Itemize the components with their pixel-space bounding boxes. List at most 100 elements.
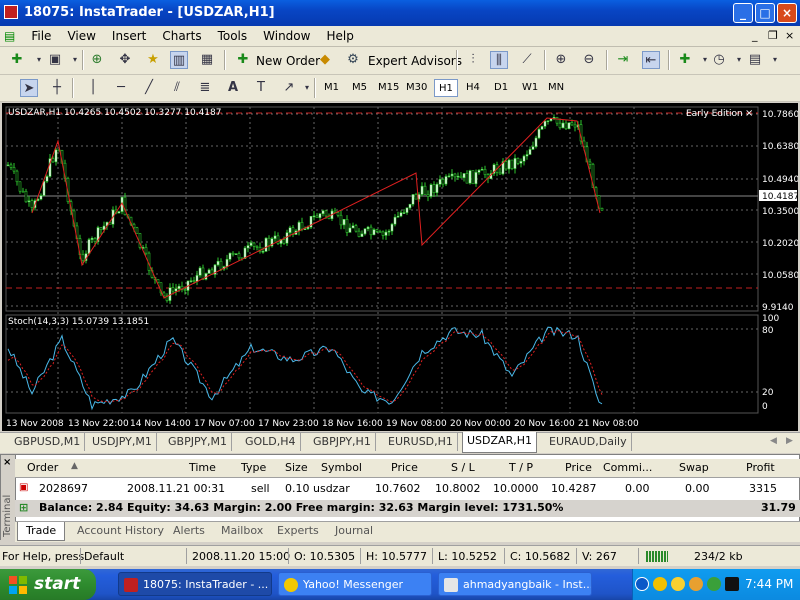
timeframe-h1[interactable]: H1 — [434, 79, 458, 97]
col-price[interactable]: Price — [391, 461, 418, 474]
tab-mailbox[interactable]: Mailbox — [221, 522, 263, 540]
menu-help[interactable]: Help — [318, 26, 361, 43]
mdi-minimize-icon[interactable]: _ — [752, 29, 758, 42]
col-profit[interactable]: Profit — [746, 461, 775, 474]
vertical-line-icon[interactable]: │ — [84, 79, 102, 97]
tab-alerts[interactable]: Alerts — [173, 522, 205, 540]
timeframe-h4[interactable]: H4 — [462, 79, 484, 97]
terminal-close-icon[interactable]: × — [3, 457, 11, 468]
tab-trade[interactable]: Trade — [17, 522, 66, 541]
templates-icon[interactable]: ▤ — [746, 51, 764, 69]
timeframe-m30[interactable]: M30 — [402, 79, 431, 97]
metatrader-tray-icon[interactable] — [725, 577, 739, 591]
col-swap[interactable]: Swap — [679, 461, 709, 474]
timeframe-w1[interactable]: W1 — [518, 79, 542, 97]
tab-gbpusd-m1[interactable]: GBPUSD,M1 — [10, 433, 86, 451]
task-yahoo-messenger[interactable]: Yahoo! Messenger — [278, 572, 432, 596]
channel-icon[interactable]: ⫽ — [168, 79, 186, 97]
tab-gbpjpy-m1[interactable]: GBPJPY,M1 — [164, 433, 233, 451]
tab-account-history[interactable]: Account History — [77, 522, 164, 540]
navigator-icon[interactable]: ✥ — [116, 51, 134, 69]
mdi-restore-icon[interactable]: ❐ — [768, 29, 778, 42]
timeframe-m15[interactable]: M15 — [374, 79, 403, 97]
tab-scroll-right-icon[interactable]: ▶ — [786, 436, 793, 446]
new-order-button[interactable]: New Order — [256, 54, 320, 68]
mdi-close-icon[interactable]: × — [785, 29, 794, 42]
favorites-icon[interactable]: ★ — [144, 51, 162, 69]
col-symbol[interactable]: Symbol — [321, 461, 362, 474]
close-chart-icon[interactable]: × — [745, 108, 753, 119]
col-commission[interactable]: Commi... — [603, 461, 652, 474]
fibonacci-icon[interactable]: ≣ — [196, 79, 214, 97]
menu-charts[interactable]: Charts — [154, 26, 209, 43]
text-icon[interactable]: A — [224, 79, 242, 97]
tab-gbpjpy-h1[interactable]: GBPJPY,H1 — [309, 433, 376, 451]
tab-gold-h4[interactable]: GOLD,H4 — [241, 433, 301, 451]
tab-euraud-daily[interactable]: EURAUD,Daily — [545, 433, 632, 451]
minimize-button[interactable]: _ — [733, 3, 753, 23]
market-watch-icon[interactable]: ⊕ — [88, 51, 106, 69]
col-size[interactable]: Size — [285, 461, 308, 474]
tab-usdjpy-m1[interactable]: USDJPY,M1 — [88, 433, 157, 451]
col-order[interactable]: Order — [27, 461, 58, 474]
alert-icon[interactable]: ◆ — [316, 51, 334, 69]
col-sl[interactable]: S / L — [451, 461, 475, 474]
tab-usdzar-h1[interactable]: USDZAR,H1 — [462, 432, 537, 453]
menu-view[interactable]: View — [59, 26, 103, 43]
tester-icon[interactable]: ▦ — [198, 51, 216, 69]
indicators-icon[interactable]: ✚ — [676, 51, 694, 69]
timeframe-d1[interactable]: D1 — [490, 79, 512, 97]
candlestick-chart-icon[interactable]: ⫼ — [490, 51, 508, 69]
bar-chart-icon[interactable]: ⫶ — [464, 51, 482, 69]
candle-body — [342, 219, 346, 226]
auto-scroll-icon[interactable]: ⇥ — [614, 51, 632, 69]
tray-expand-icon[interactable] — [635, 577, 649, 591]
timeframe-m5[interactable]: M5 — [348, 79, 371, 97]
col-time[interactable]: Time — [189, 461, 216, 474]
tab-experts[interactable]: Experts — [277, 522, 319, 540]
terminal-toggle-icon[interactable]: ▥ — [170, 51, 188, 69]
col-type[interactable]: Type — [241, 461, 266, 474]
task-instatrader[interactable]: 18075: InstaTrader - ... — [118, 572, 272, 596]
horizontal-line-icon[interactable]: ─ — [112, 79, 130, 97]
tab-journal[interactable]: Journal — [335, 522, 373, 540]
zoom-in-icon[interactable]: ⊕ — [552, 51, 570, 69]
chart-window[interactable]: USDZAR,H1 10.4265 10.4502 10.3277 10.418… — [2, 103, 798, 431]
menu-window[interactable]: Window — [255, 26, 318, 43]
timeframe-m1[interactable]: M1 — [320, 79, 343, 97]
security-shield-icon[interactable] — [653, 577, 667, 591]
new-order-icon[interactable]: ✚ — [234, 51, 252, 69]
tab-eurusd-h1[interactable]: EURUSD,H1 — [384, 433, 458, 451]
chart-shift-icon[interactable]: ⇤ — [642, 51, 660, 69]
candle-body — [432, 184, 436, 193]
expert-advisors-button[interactable]: Expert Advisors — [368, 54, 462, 68]
candle-body — [438, 179, 442, 185]
order-row[interactable]: ▣ 2028697 2008.11.21 00:31 sell 0.10 usd… — [15, 480, 800, 498]
start-button[interactable]: start — [0, 569, 96, 600]
text-label-icon[interactable]: T — [252, 79, 270, 97]
timeframe-mn[interactable]: MN — [544, 79, 568, 97]
menu-tools[interactable]: Tools — [210, 26, 256, 43]
new-chart-icon[interactable]: ✚ — [8, 51, 26, 69]
close-button[interactable]: × — [777, 3, 797, 23]
menu-insert[interactable]: Insert — [104, 26, 154, 43]
messenger-tray-icon[interactable] — [671, 577, 685, 591]
trendline-icon[interactable]: ╱ — [140, 79, 158, 97]
periods-icon[interactable]: ◷ — [710, 51, 728, 69]
menu-file[interactable]: File — [23, 26, 59, 43]
line-chart-icon[interactable]: ⟋ — [518, 51, 536, 69]
arrows-icon[interactable]: ↗ — [280, 79, 298, 97]
crosshair-icon[interactable]: ┼ — [48, 79, 66, 97]
tab-scroll-left-icon[interactable]: ◀ — [770, 436, 777, 446]
expert-advisors-icon[interactable]: ⚙ — [344, 51, 362, 69]
price-chart[interactable]: USDZAR,H1 10.4265 10.4502 10.3277 10.418… — [2, 103, 798, 431]
zoom-out-icon[interactable]: ⊖ — [580, 51, 598, 69]
task-ahmadyangbaik[interactable]: ahmadyangbaik - Inst... — [438, 572, 592, 596]
col-current-price[interactable]: Price — [565, 461, 592, 474]
network-tray-icon[interactable] — [707, 577, 721, 591]
emoticon-tray-icon[interactable] — [689, 577, 703, 591]
profiles-icon[interactable]: ▣ — [46, 51, 64, 69]
col-tp[interactable]: T / P — [509, 461, 533, 474]
maximize-button[interactable]: □ — [755, 3, 775, 23]
cursor-icon[interactable]: ➤ — [20, 79, 38, 97]
